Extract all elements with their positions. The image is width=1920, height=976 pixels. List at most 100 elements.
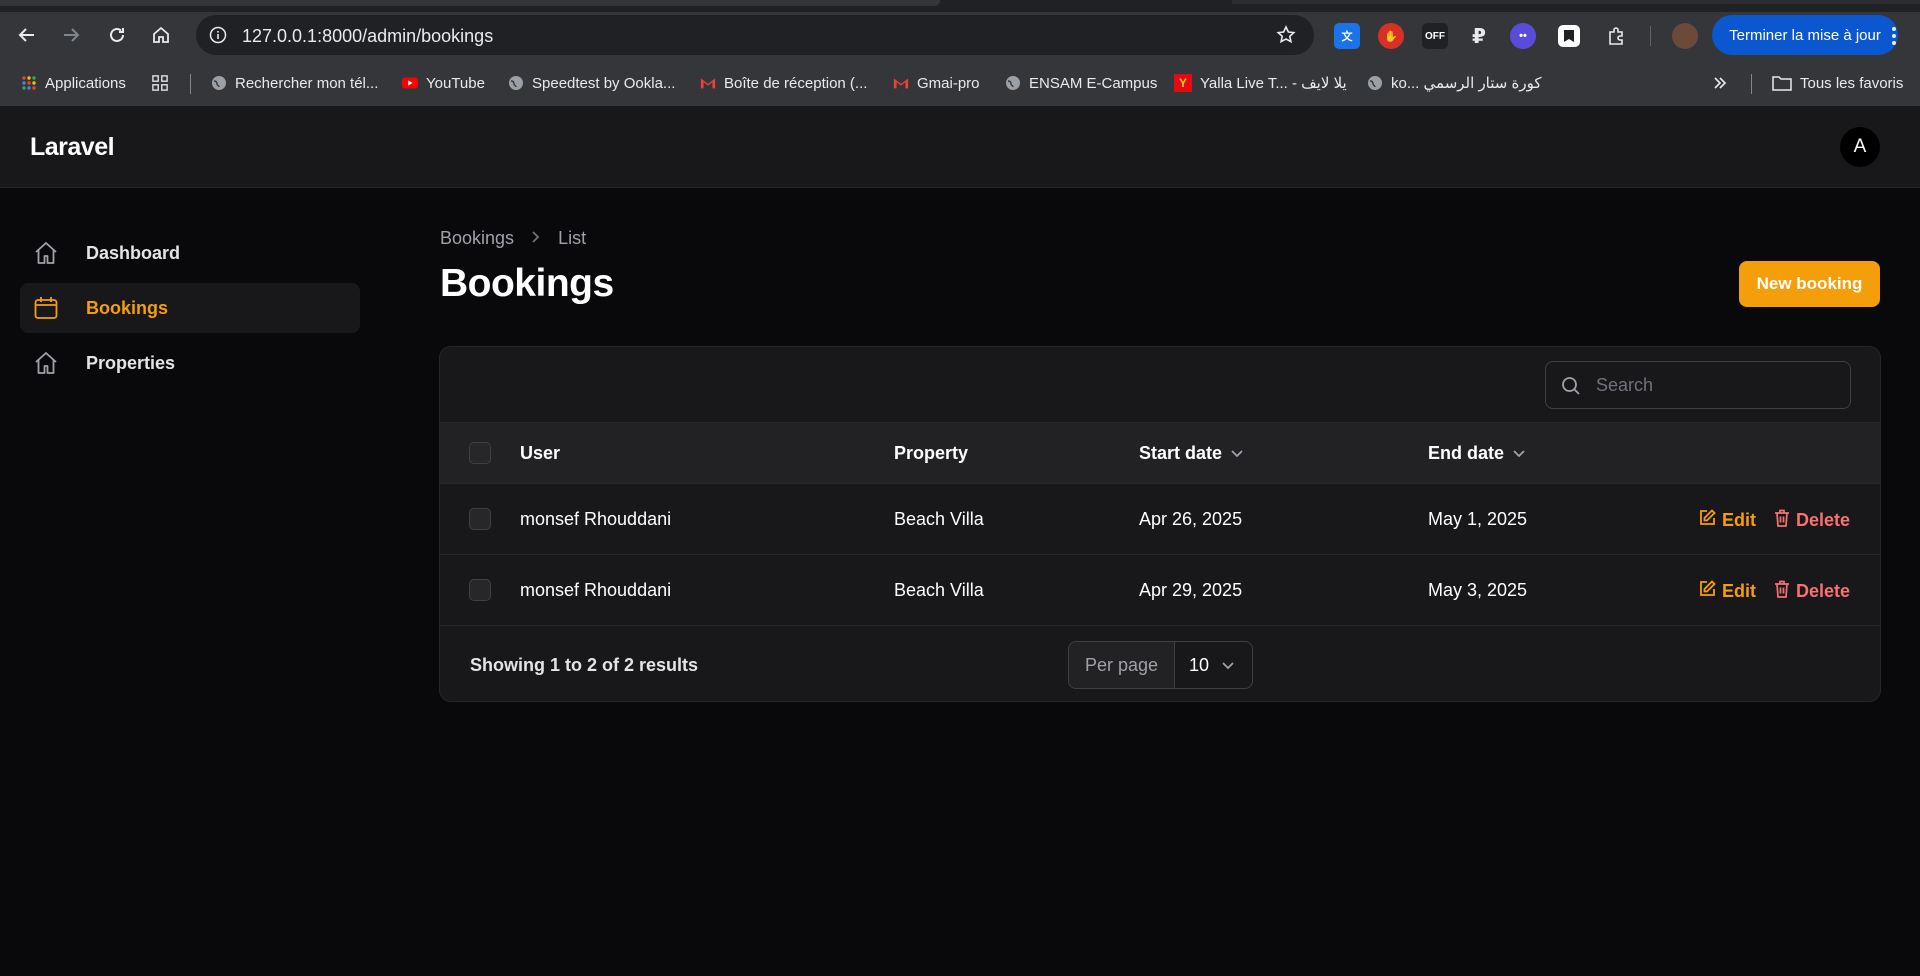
bookmark-label: Rechercher mon tél... bbox=[235, 74, 379, 92]
user-avatar[interactable]: A bbox=[1840, 127, 1880, 167]
sidebar-item-dashboard[interactable]: Dashboard bbox=[20, 228, 360, 278]
globe-icon bbox=[211, 75, 227, 91]
reload-icon[interactable] bbox=[101, 19, 133, 51]
gmail-icon bbox=[893, 75, 909, 91]
bookmark-extension-icon[interactable] bbox=[1558, 25, 1580, 47]
address-bar[interactable]: 127.0.0.1:8000/admin/bookings bbox=[196, 15, 1314, 55]
home-icon bbox=[32, 239, 60, 267]
forward-icon[interactable] bbox=[55, 19, 87, 51]
url-text[interactable]: 127.0.0.1:8000/admin/bookings bbox=[242, 26, 493, 47]
bookmark-rechercher[interactable]: Rechercher mon tél... bbox=[211, 70, 378, 96]
ruble-extension-icon[interactable]: ₽ bbox=[1466, 23, 1492, 49]
cell-user: monsef Rhouddani bbox=[520, 509, 672, 529]
ghost-extension-icon[interactable]: •• bbox=[1510, 23, 1536, 49]
bookmark-label: YouTube bbox=[426, 74, 485, 92]
column-end-date[interactable]: End date bbox=[1428, 443, 1526, 464]
site-info-icon[interactable] bbox=[206, 23, 230, 47]
per-page-select[interactable]: Per page 10 bbox=[1068, 641, 1253, 689]
table-row: monsef Rhouddani Beach Villa Apr 29, 202… bbox=[440, 555, 1880, 626]
bookmark-separator bbox=[1751, 74, 1752, 94]
browser-chrome: 127.0.0.1:8000/admin/bookings 文 ✋ OFF ₽ … bbox=[0, 0, 1920, 70]
per-page-selected: 10 bbox=[1189, 654, 1210, 675]
cell-property: Beach Villa bbox=[894, 509, 984, 529]
search-icon bbox=[1560, 375, 1582, 397]
bookmarks-overflow-icon[interactable] bbox=[1713, 70, 1727, 96]
trash-icon bbox=[1774, 580, 1790, 603]
all-bookmarks-folder[interactable]: Tous les favoris bbox=[1772, 70, 1903, 96]
bookmark-separator bbox=[190, 74, 191, 94]
sidebar-item-properties[interactable]: Properties bbox=[20, 338, 360, 388]
bookmark-speedtest[interactable]: Speedtest by Ookla... bbox=[508, 70, 675, 96]
chevron-down-icon bbox=[1221, 655, 1235, 676]
translate-extension-icon[interactable]: 文 bbox=[1334, 23, 1360, 49]
adblock-extension-icon[interactable]: ✋ bbox=[1378, 23, 1404, 49]
bookmark-koora-star[interactable]: ko... كورة ستار الرسمي bbox=[1367, 70, 1542, 96]
edit-button[interactable]: Edit bbox=[1699, 580, 1756, 602]
per-page-value[interactable]: 10 bbox=[1175, 642, 1252, 688]
column-start-date[interactable]: Start date bbox=[1139, 443, 1244, 464]
puzzle-extensions-icon[interactable] bbox=[1603, 23, 1629, 49]
new-booking-button[interactable]: New booking bbox=[1739, 261, 1880, 307]
gmail-icon bbox=[700, 75, 716, 91]
bookmark-gmail-pro[interactable]: Gmai-pro bbox=[893, 70, 980, 96]
bookmark-label: ENSAM E-Campus bbox=[1029, 74, 1158, 92]
cell-user: monsef Rhouddani bbox=[520, 580, 672, 600]
bookmark-youtube[interactable]: YouTube bbox=[402, 70, 485, 96]
tab-strip bbox=[0, 0, 1920, 12]
search-input[interactable] bbox=[1596, 362, 1836, 408]
bookmark-grid[interactable] bbox=[152, 70, 168, 96]
column-property: Property bbox=[894, 443, 968, 464]
cell-start-date: Apr 29, 2025 bbox=[1139, 580, 1243, 600]
breadcrumb-list: List bbox=[558, 228, 587, 248]
sidebar-item-label: Properties bbox=[86, 352, 176, 373]
brand-logo[interactable]: Laravel bbox=[30, 133, 115, 162]
column-label: End date bbox=[1428, 443, 1505, 463]
bookmark-label: Speedtest by Ookla... bbox=[532, 74, 676, 92]
edit-icon bbox=[1699, 509, 1716, 531]
delete-label: Delete bbox=[1796, 510, 1851, 530]
column-label: User bbox=[520, 443, 561, 463]
column-label: Start date bbox=[1139, 443, 1223, 463]
bookmarks-bar: Applications Rechercher mon tél... YouTu… bbox=[0, 62, 1920, 106]
folder-icon bbox=[1772, 75, 1792, 91]
row-checkbox[interactable] bbox=[469, 508, 491, 530]
sidebar-item-bookings[interactable]: Bookings bbox=[20, 283, 360, 333]
delete-button[interactable]: Delete bbox=[1774, 509, 1850, 532]
bookmark-yalla-live[interactable]: Y Yalla Live T... - يلا لايف bbox=[1174, 70, 1347, 96]
globe-icon bbox=[508, 75, 524, 91]
cell-end-date: May 1, 2025 bbox=[1428, 509, 1528, 529]
apps-grid-icon bbox=[21, 75, 37, 91]
yalla-icon: Y bbox=[1174, 74, 1192, 92]
bookmark-applications[interactable]: Applications bbox=[21, 70, 126, 96]
delete-button[interactable]: Delete bbox=[1774, 580, 1850, 603]
active-tab[interactable] bbox=[0, 0, 940, 6]
inactive-tab[interactable] bbox=[1232, 0, 1920, 4]
search-field[interactable] bbox=[1545, 361, 1851, 409]
edit-button[interactable]: Edit bbox=[1699, 509, 1756, 531]
off-extension-icon[interactable]: OFF bbox=[1422, 23, 1448, 49]
profile-avatar[interactable] bbox=[1672, 23, 1698, 49]
bookmark-label: ko... كورة ستار الرسمي bbox=[1391, 75, 1542, 92]
breadcrumb: Bookings List bbox=[440, 228, 586, 249]
bookmark-gmail-inbox[interactable]: Boîte de réception (... bbox=[700, 70, 867, 96]
toolbar-divider bbox=[1650, 26, 1651, 46]
sidebar-item-label: Dashboard bbox=[86, 242, 181, 263]
bookmark-ensam[interactable]: ENSAM E-Campus bbox=[1005, 70, 1157, 96]
delete-label: Delete bbox=[1796, 581, 1851, 601]
cell-property: Beach Villa bbox=[894, 580, 984, 600]
bookmark-label: Tous les favoris bbox=[1800, 74, 1904, 92]
breadcrumb-bookings[interactable]: Bookings bbox=[440, 228, 514, 249]
app-topbar: Laravel A bbox=[0, 106, 1920, 188]
update-browser-button[interactable]: Terminer la mise à jour bbox=[1712, 15, 1898, 55]
select-all-checkbox[interactable] bbox=[469, 442, 491, 464]
bookmark-star-icon[interactable] bbox=[1274, 23, 1298, 47]
browser-menu-icon[interactable] bbox=[1884, 24, 1904, 48]
grid-icon bbox=[152, 75, 168, 91]
row-checkbox[interactable] bbox=[469, 579, 491, 601]
column-label: Property bbox=[894, 443, 969, 463]
home-icon[interactable] bbox=[145, 19, 177, 51]
bookmark-label: Yalla Live T... - يلا لايف bbox=[1200, 75, 1347, 92]
chevron-down-icon bbox=[1230, 443, 1244, 464]
globe-icon bbox=[1005, 75, 1021, 91]
back-icon[interactable] bbox=[11, 19, 43, 51]
